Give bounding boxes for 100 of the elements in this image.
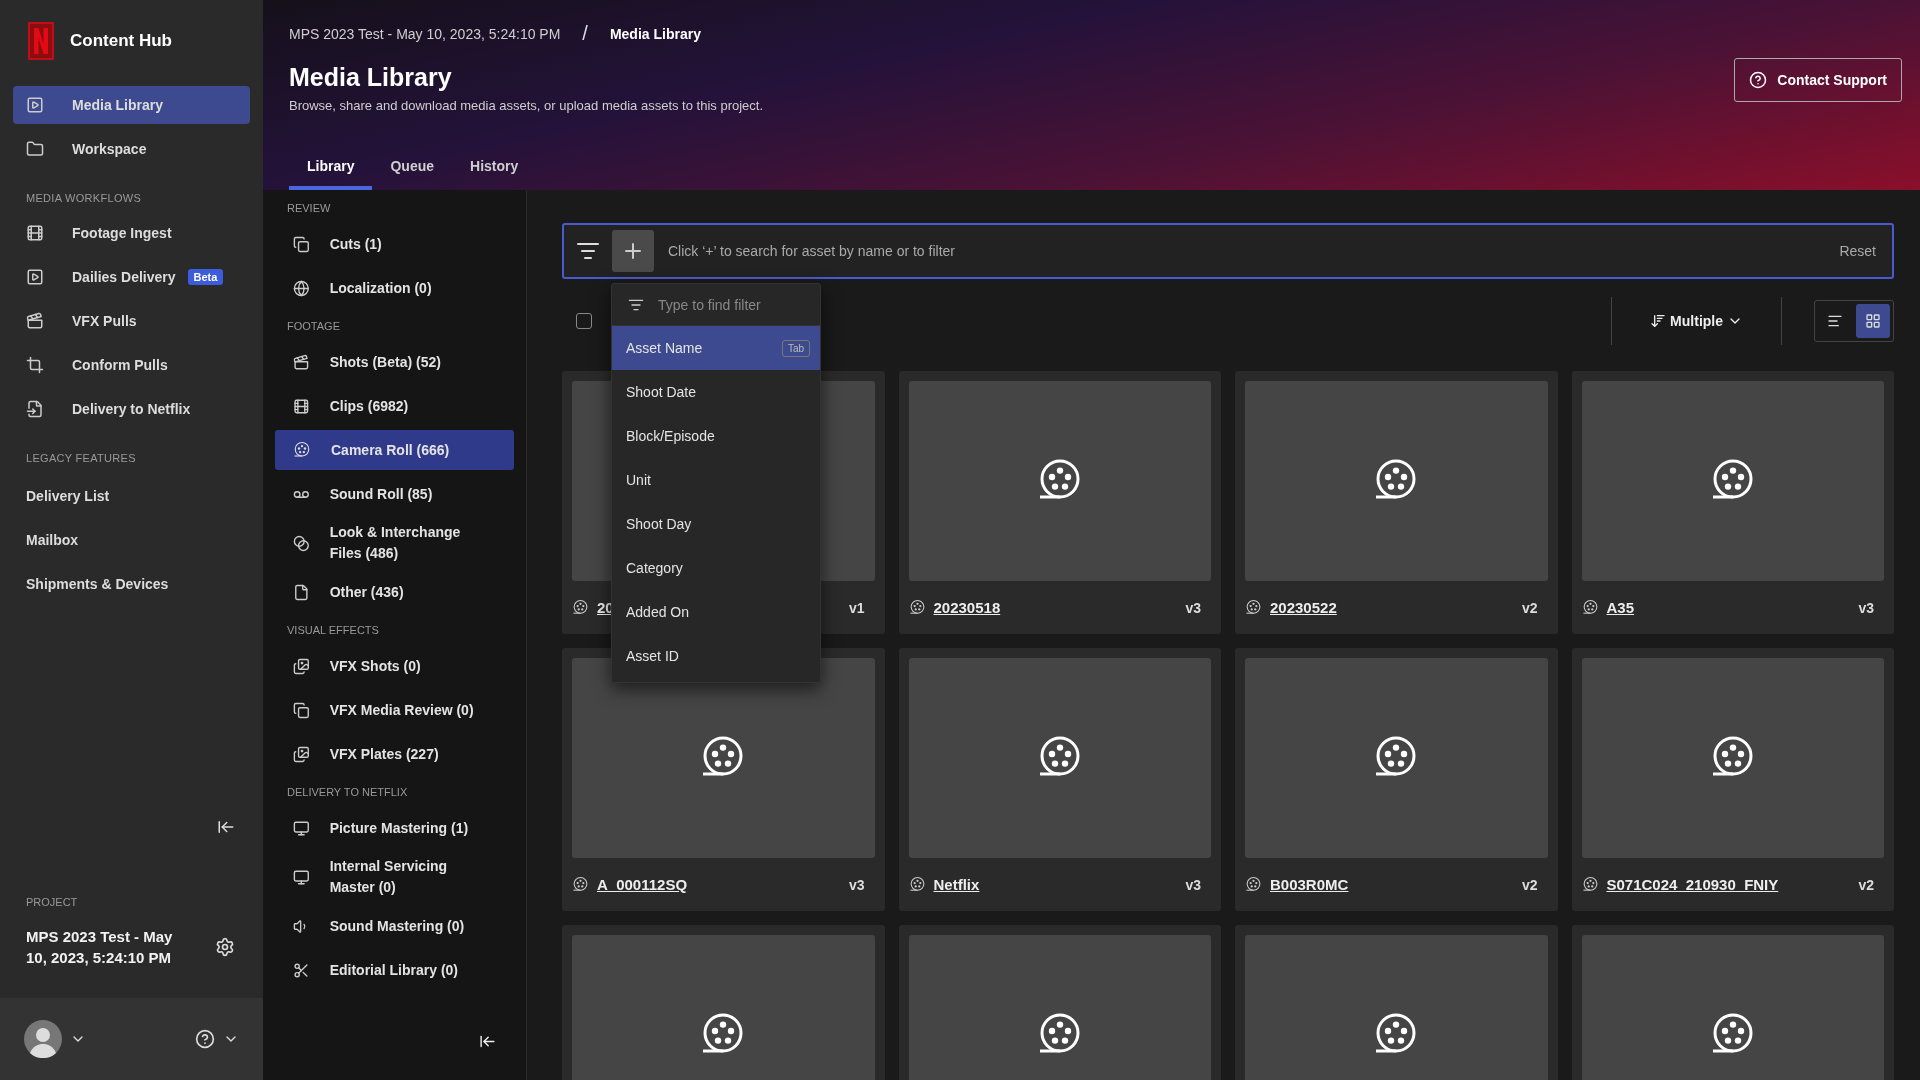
sidebar-item[interactable]: Delivery to Netflix [13, 390, 250, 428]
asset-card[interactable]: A35 v3 [1571, 371, 1894, 634]
category-item[interactable]: Other (436) [275, 572, 514, 612]
filter-option-label: Category [626, 560, 683, 576]
category-item[interactable]: VFX Media Review (0) [275, 690, 514, 730]
search-field[interactable]: Click ‘+’ to search for asset by name or to filter Reset [562, 223, 1894, 279]
filter-option[interactable]: Unit [612, 458, 820, 502]
section-heading: LEGACY FEATURES [25, 452, 137, 464]
category-heading: VISUAL EFFECTS [286, 624, 380, 636]
category-item[interactable]: Internal Servicing Master (0) [275, 852, 514, 902]
asset-name-link[interactable]: 20230518 [933, 599, 1001, 616]
category-item[interactable]: Look & Interchange Files (486) [275, 518, 514, 568]
category-label: Cuts (1) [329, 234, 383, 254]
version-label: v3 [1185, 599, 1202, 616]
sidebar-link[interactable]: Delivery List [0, 474, 263, 518]
app-name: Content Hub [70, 31, 172, 51]
category-label: Sound Mastering (0) [329, 916, 466, 936]
category-item[interactable]: VFX Shots (0) [275, 646, 514, 686]
category-heading: FOOTAGE [286, 320, 341, 332]
category-heading: DELIVERY TO NETFLIX [286, 786, 409, 798]
breadcrumb[interactable]: MPS 2023 Test - May 10, 2023, 5:24:10 PM [289, 25, 561, 42]
category-label: Localization (0) [329, 278, 433, 298]
category-label: VFX Shots (0) [329, 656, 422, 676]
category-item[interactable]: Sound Mastering (0) [275, 906, 514, 946]
version-label: v2 [1521, 876, 1539, 893]
filter-option[interactable]: Shoot Day [612, 502, 820, 546]
sidebar-item-label: Delivery to Netflix [72, 401, 191, 417]
section-heading: PROJECT [25, 896, 79, 910]
asset-card[interactable]: 20230518 v3 [898, 371, 1221, 634]
asset-name-link[interactable]: Netflix [933, 876, 980, 893]
category-item[interactable]: Shots (Beta) (52) [275, 342, 514, 382]
category-label: Camera Roll (666) [331, 440, 451, 460]
filter-option[interactable]: Added On [612, 590, 820, 634]
breadcrumb-separator: / [582, 22, 588, 45]
asset-card[interactable]: B003R0MC v2 [1235, 648, 1558, 911]
reset-button[interactable]: Reset [1833, 242, 1882, 260]
version-label: v1 [848, 599, 866, 616]
beta-badge: Beta [187, 269, 224, 285]
category-label: Sound Roll (85) [329, 484, 434, 504]
sidebar-link[interactable]: Mailbox [0, 518, 263, 562]
category-item[interactable]: Editorial Library (0) [275, 950, 514, 990]
section-heading: MEDIA WORKFLOWS [25, 192, 143, 204]
asset-name-link[interactable]: A35 [1606, 599, 1635, 616]
sidebar-item-label: Dailies Delivery [72, 269, 176, 285]
version-label: v3 [1858, 599, 1875, 616]
version-label: v2 [1858, 876, 1875, 893]
category-label: Editorial Library (0) [329, 960, 459, 980]
filter-option[interactable]: Shoot Date [612, 370, 820, 414]
category-label: Look & Interchange Files (486) [329, 523, 462, 563]
filter-option-label: Block/Episode [626, 428, 715, 444]
category-label: VFX Media Review (0) [329, 700, 475, 720]
sidebar-item[interactable]: Media Library [13, 86, 250, 124]
filter-search-field[interactable]: Type to find filter [656, 295, 796, 314]
tab[interactable]: History [452, 158, 537, 190]
filter-option[interactable]: Block/Episode [612, 414, 820, 458]
category-item[interactable]: Cuts (1) [275, 224, 514, 264]
breadcrumb: Media Library [609, 25, 701, 42]
category-item[interactable]: Camera Roll (666) [275, 430, 514, 470]
category-label: Other (436) [329, 582, 405, 602]
sidebar-item[interactable]: Dailies Delivery Beta [13, 258, 250, 296]
category-item[interactable]: Clips (6982) [275, 386, 514, 426]
asset-name-link[interactable]: B003R0MC [1270, 876, 1349, 893]
filter-option[interactable]: Category [612, 546, 820, 590]
asset-card[interactable]: 20230522 v2 [1235, 371, 1558, 634]
filter-option-label: Added On [626, 604, 690, 620]
sidebar-item-label: Footage Ingest [72, 225, 172, 241]
sidebar-item-label: VFX Pulls [72, 313, 137, 329]
sort-button[interactable]: Multiple [1644, 312, 1749, 330]
category-item[interactable]: Picture Mastering (1) [275, 808, 514, 848]
asset-name-link[interactable]: 20230522 [1270, 599, 1337, 616]
asset-name-link[interactable]: A_000112SQ [597, 876, 688, 893]
category-label: Clips (6982) [329, 396, 410, 416]
filter-option-label: Shoot Date [626, 384, 697, 400]
version-label: v2 [1521, 599, 1539, 616]
sidebar-item[interactable]: Conform Pulls [13, 346, 250, 384]
filter-option-label: Shoot Day [626, 516, 692, 532]
filter-option-label: Asset Name [626, 340, 703, 356]
shortcut-key: Tab [781, 339, 810, 357]
contact-support-button[interactable]: Contact Support [1734, 58, 1902, 102]
asset-card[interactable]: Netflix v3 [898, 648, 1221, 911]
category-label: Internal Servicing Master (0) [329, 857, 449, 897]
filter-option[interactable]: Asset Name Tab [612, 326, 820, 370]
project-name: MPS 2023 Test - May 10, 2023, 5:24:10 PM [26, 927, 174, 968]
category-item[interactable]: Sound Roll (85) [275, 474, 514, 514]
category-item[interactable]: VFX Plates (227) [275, 734, 514, 774]
version-label: v3 [1185, 876, 1202, 893]
sidebar-item[interactable]: Footage Ingest [13, 214, 250, 252]
sidebar-link[interactable]: Shipments & Devices [0, 562, 263, 606]
filter-option-label: Asset ID [626, 648, 679, 664]
sidebar-item[interactable]: Workspace [13, 130, 250, 168]
sidebar-item[interactable]: VFX Pulls [13, 302, 250, 340]
tab[interactable]: Queue [372, 158, 453, 190]
sidebar-item-label: Conform Pulls [72, 357, 168, 373]
category-heading: REVIEW [286, 202, 332, 214]
category-label: VFX Plates (227) [329, 744, 440, 764]
category-label: Picture Mastering (1) [329, 818, 470, 838]
category-item[interactable]: Localization (0) [275, 268, 514, 308]
filter-option-label: Unit [626, 472, 651, 488]
asset-name-link[interactable]: S071C024_210930_FNIY [1606, 876, 1779, 893]
asset-card[interactable]: S071C024_210930_FNIY v2 [1571, 648, 1894, 911]
